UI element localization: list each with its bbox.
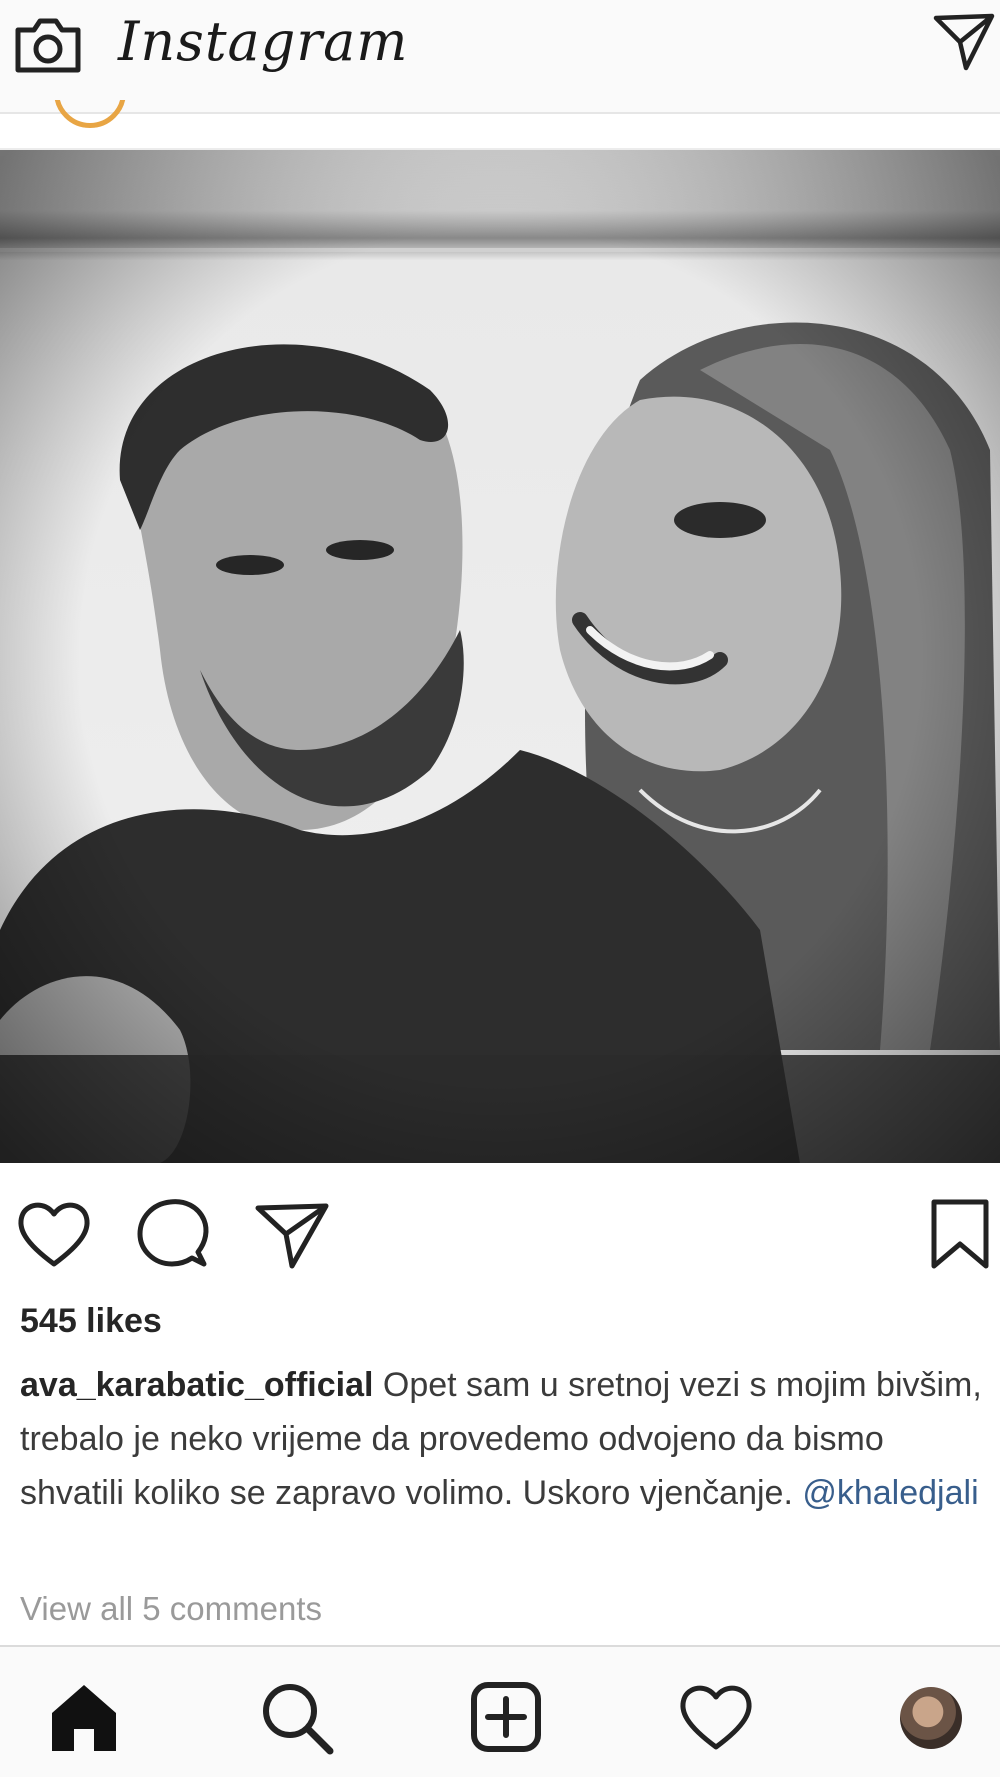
- post-actions: [0, 1180, 1000, 1270]
- new-post-icon[interactable]: [466, 1677, 546, 1757]
- top-bar: Instagram: [0, 0, 1000, 114]
- couple-selfie-image: [0, 150, 1000, 1163]
- caption-mention[interactable]: @khaledjali: [802, 1474, 978, 1512]
- bottom-nav: [0, 1645, 1000, 1777]
- comment-icon[interactable]: [132, 1194, 212, 1274]
- app-title: Instagram: [118, 10, 409, 73]
- share-icon[interactable]: [252, 1194, 332, 1274]
- story-ring[interactable]: [54, 100, 126, 130]
- heart-icon[interactable]: [14, 1194, 94, 1274]
- search-icon[interactable]: [256, 1677, 336, 1757]
- post-photo[interactable]: [0, 150, 1000, 1163]
- caption-username[interactable]: ava_karabatic_official: [20, 1366, 373, 1404]
- divider: [0, 130, 1000, 150]
- activity-heart-icon[interactable]: [676, 1677, 756, 1757]
- paper-plane-icon[interactable]: [932, 10, 996, 74]
- profile-avatar[interactable]: [900, 1687, 962, 1749]
- camera-icon[interactable]: [12, 14, 84, 76]
- home-icon[interactable]: [44, 1677, 124, 1757]
- view-all-comments-link[interactable]: View all 5 comments: [20, 1590, 322, 1628]
- post-caption: ava_karabatic_official Opet sam u sretno…: [20, 1358, 990, 1520]
- like-count[interactable]: 545 likes: [20, 1302, 162, 1341]
- bookmark-icon[interactable]: [920, 1194, 1000, 1274]
